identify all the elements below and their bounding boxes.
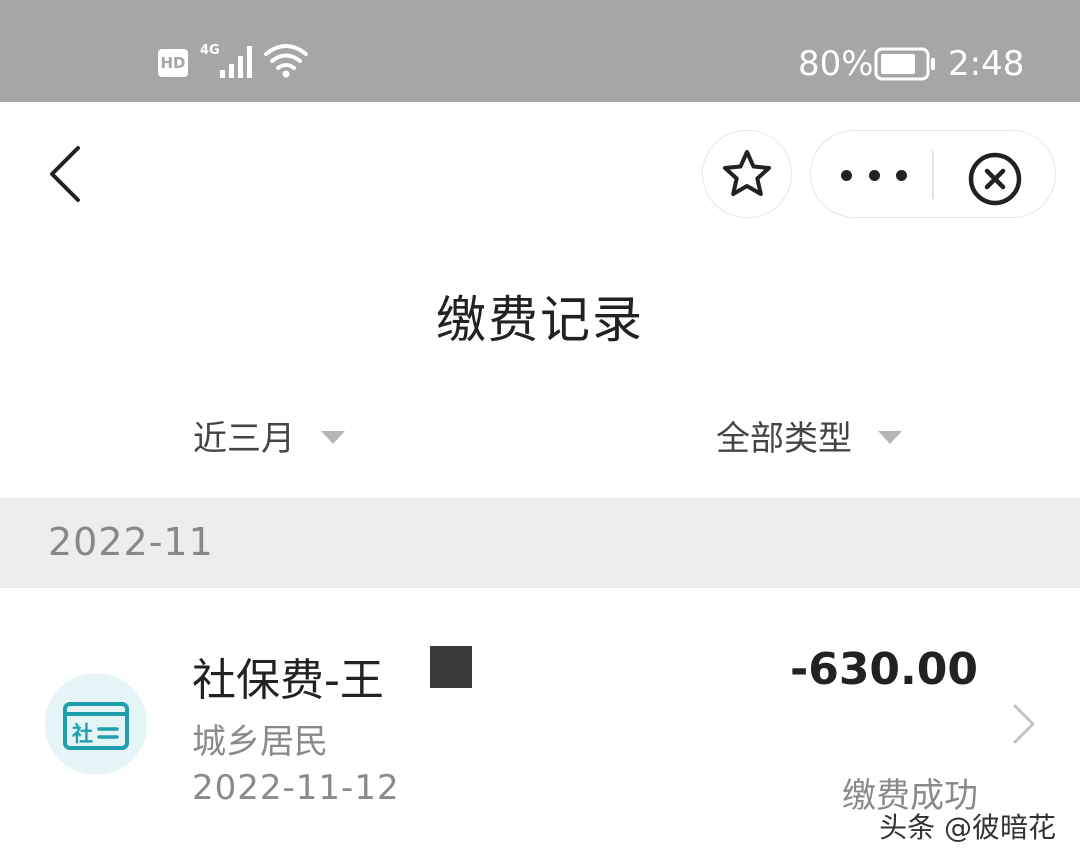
capsule-divider — [932, 151, 934, 199]
record-date: 2022-11-12 — [192, 768, 400, 808]
more-dot — [868, 169, 880, 181]
caret-down-icon — [321, 430, 345, 444]
mini-program-capsule — [810, 130, 1056, 218]
type-label: 全部类型 — [716, 418, 852, 459]
wifi-icon — [264, 44, 308, 78]
month-section-header: 2022-11 — [0, 498, 1080, 588]
chevron-right-icon — [1013, 704, 1035, 744]
clock: 2:48 — [948, 44, 1025, 84]
more-dot — [841, 169, 852, 181]
star-icon — [723, 150, 771, 196]
date-range-filter[interactable]: 近三月 — [193, 410, 345, 460]
caret-down-icon — [878, 430, 902, 444]
close-button[interactable] — [967, 151, 1023, 207]
close-circle-icon — [968, 152, 1022, 206]
card-icon-char: 社 — [71, 722, 93, 746]
type-filter[interactable]: 全部类型 — [716, 410, 902, 460]
social-insurance-card-icon: 社 — [45, 673, 147, 775]
month-label: 2022-11 — [48, 520, 214, 564]
record-category: 城乡居民 — [192, 722, 328, 762]
cellular-signal-icon: 4G — [200, 43, 252, 78]
network-type-label: 4G — [200, 43, 220, 58]
back-button[interactable] — [40, 142, 92, 206]
hd-badge: HD — [158, 49, 188, 77]
record-title: 社保费-王 — [192, 655, 384, 706]
page-title: 缴费记录 — [436, 291, 644, 349]
more-dot — [896, 169, 907, 181]
record-amount: -630.00 — [789, 644, 978, 695]
watermark: 头条 @彼暗花 — [879, 811, 1056, 844]
favorite-button[interactable] — [702, 130, 792, 218]
more-button[interactable] — [841, 155, 907, 195]
battery-icon — [874, 47, 935, 81]
chevron-left-icon — [50, 146, 80, 202]
status-bar: HD 4G 80% 2:48 — [0, 0, 1080, 102]
battery-percent: 80% — [798, 44, 874, 84]
date-range-label: 近三月 — [193, 418, 295, 459]
redacted-name-block — [430, 646, 472, 688]
